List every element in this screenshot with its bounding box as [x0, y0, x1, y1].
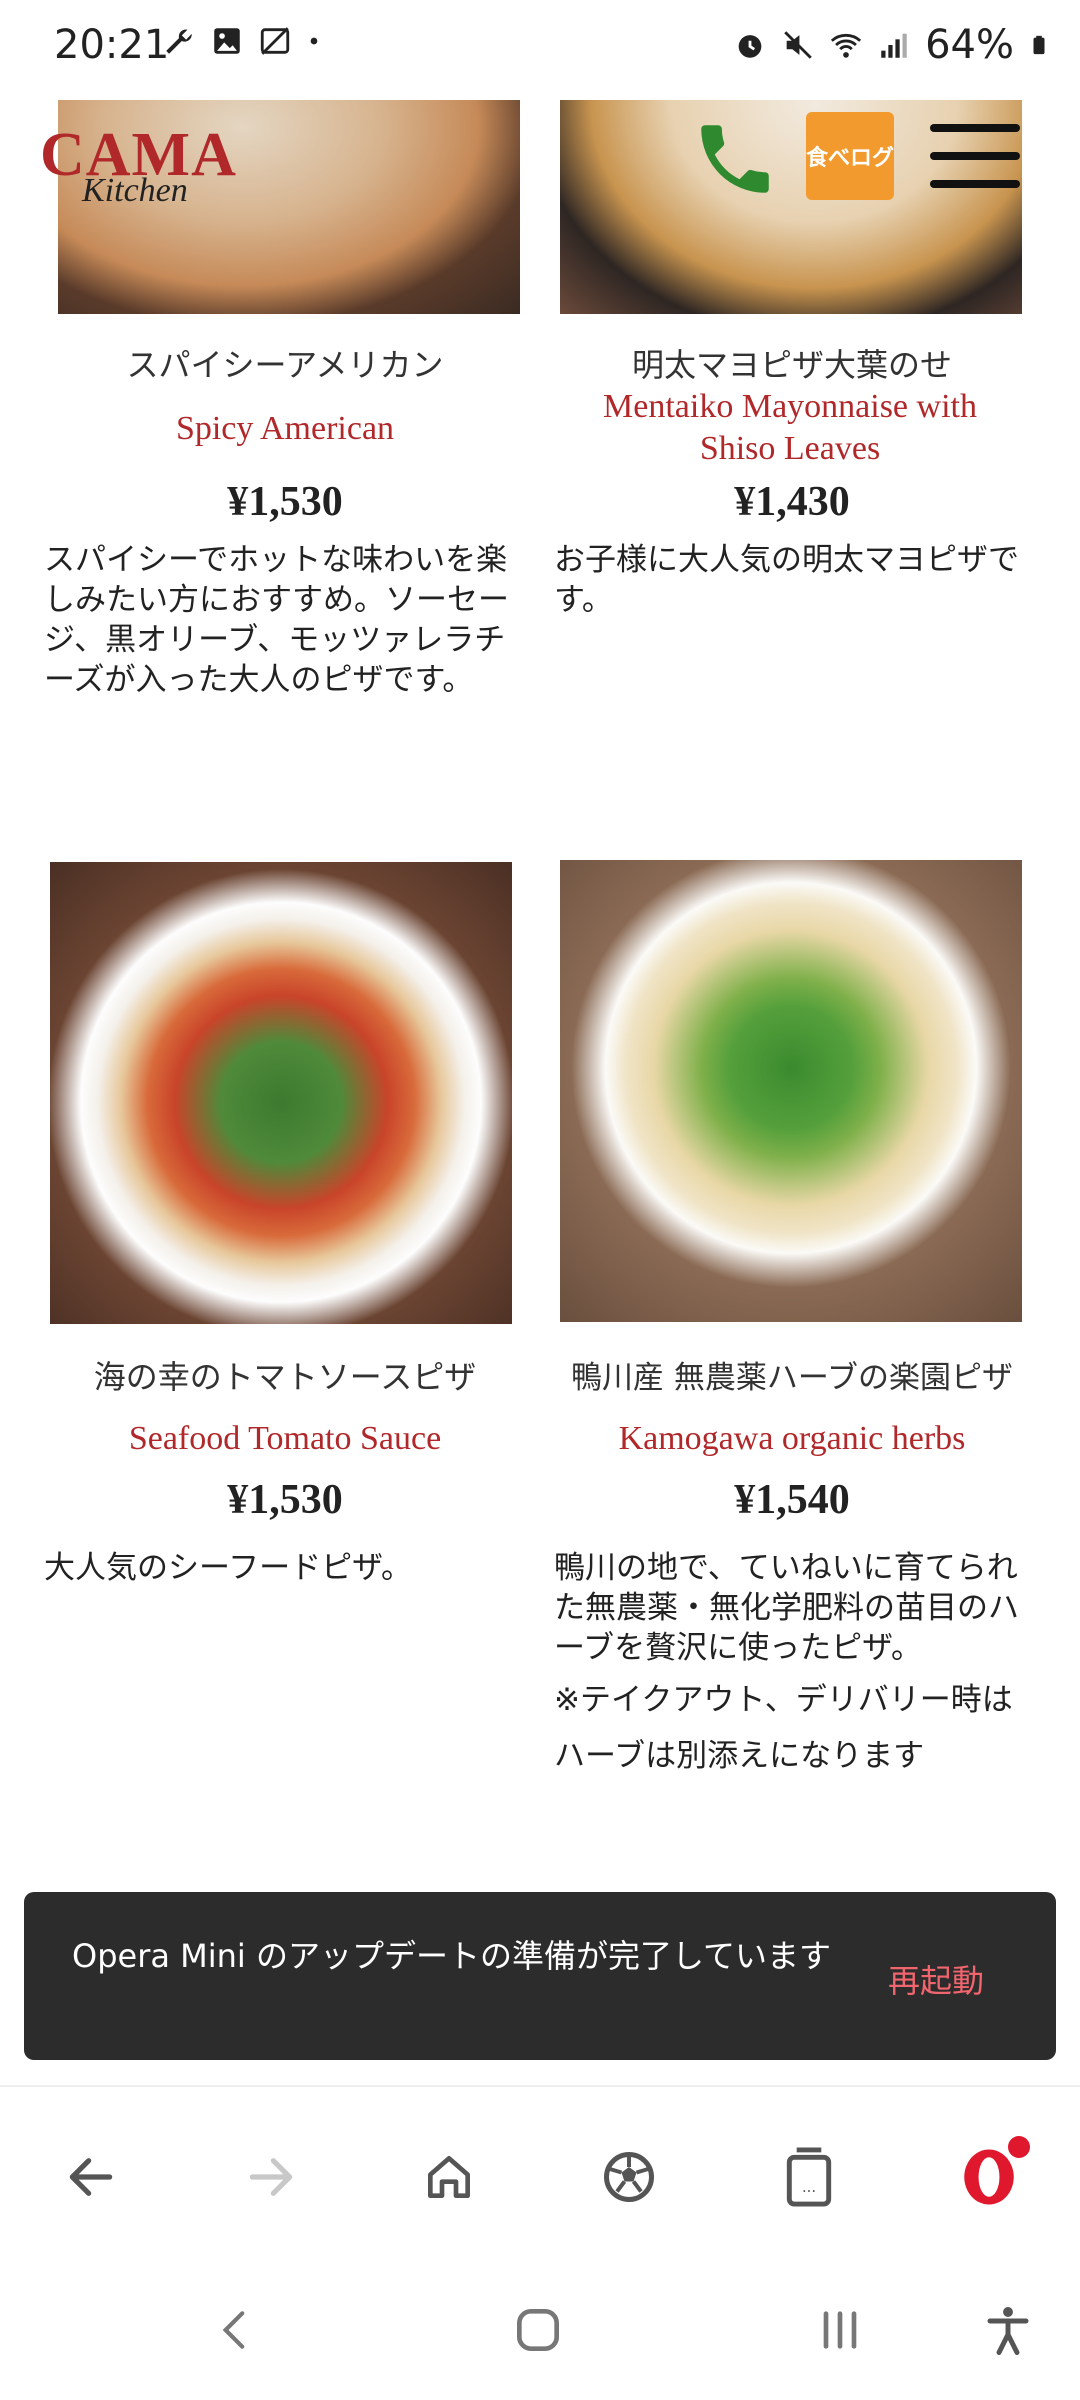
- cama-kitchen-logo[interactable]: CAMA Kitchen: [40, 120, 236, 210]
- restart-button[interactable]: 再起動: [888, 1956, 984, 2002]
- product-description: お子様に大人気の明太マヨピザです。: [554, 542, 1019, 618]
- browser-toolbar: ...: [0, 2085, 1080, 2262]
- hamburger-menu-button[interactable]: [930, 124, 1020, 198]
- system-recents-button[interactable]: [810, 2300, 870, 2360]
- site-header: CAMA Kitchen 食べログ: [0, 100, 1080, 230]
- phone-button[interactable]: [690, 114, 780, 204]
- home-button[interactable]: [414, 2142, 484, 2212]
- product-price: ¥1,530: [227, 479, 343, 525]
- product-jp-name: 鴨川産 無農薬ハーブの楽園ピザ: [571, 1360, 1013, 1396]
- system-back-icon: [222, 2311, 245, 2349]
- alarm-icon: [738, 35, 762, 58]
- forward-arrow-icon: [249, 2158, 293, 2196]
- product-en-name: Mentaiko Mayonnaise with Shiso Leaves: [603, 388, 977, 467]
- dot-icon: [310, 37, 318, 45]
- image-icon: [214, 28, 240, 54]
- product-en-name: Spicy American: [175, 410, 395, 447]
- forward-button[interactable]: [236, 2142, 306, 2212]
- status-bar: 20:21 64%: [0, 0, 1080, 100]
- battery-icon: [1033, 35, 1045, 55]
- herb-pizza-photo: [560, 860, 1022, 1322]
- opera-menu-button[interactable]: [954, 2136, 1030, 2212]
- accessibility-icon: [987, 2307, 1029, 2355]
- tabelog-button[interactable]: 食べログ: [806, 112, 894, 200]
- home-icon: [428, 2156, 470, 2198]
- tabelog-label: 食べログ: [806, 146, 895, 171]
- product-price: ¥1,540: [734, 1477, 850, 1523]
- system-recents-icon: [823, 2311, 857, 2349]
- phone-icon: [701, 125, 769, 193]
- product-jp-name: スパイシーアメリカン: [126, 346, 444, 384]
- toast-message: Opera Mini のアップデートの準備が完了しています: [72, 1937, 832, 1975]
- product-price: ¥1,530: [227, 1477, 343, 1523]
- notification-dot: [1008, 2136, 1030, 2158]
- signal-icon: [881, 33, 907, 58]
- tabs-icon: ...: [786, 2147, 832, 2207]
- status-right-icons: 64%: [733, 22, 1050, 68]
- system-home-icon: [517, 2309, 559, 2351]
- logo-sub-text: Kitchen: [82, 172, 188, 209]
- wifi-icon: [830, 33, 862, 58]
- update-toast: Opera Mini のアップデートの準備が完了しています 再起動: [24, 1892, 1056, 2060]
- seafood-pizza-photo: [50, 862, 512, 1324]
- status-time: 20:21: [54, 22, 170, 68]
- tabs-button[interactable]: ...: [774, 2142, 844, 2212]
- product-jp-name: 明太マヨピザ大葉のせ: [631, 346, 952, 384]
- menu-line-icon: [930, 152, 1020, 160]
- system-home-button[interactable]: [508, 2300, 568, 2360]
- system-navigation-bar: [0, 2260, 1080, 2400]
- sports-button[interactable]: [594, 2142, 664, 2212]
- no-photo-icon: [260, 27, 290, 55]
- product-en-name: Seafood Tomato Sauce: [128, 1420, 442, 1457]
- product-description: 大人気のシーフードピザ。: [44, 1550, 412, 1586]
- product-note: ※テイクアウト、デリバリー時はハーブは別添えになります: [554, 1682, 1013, 1774]
- back-button[interactable]: [56, 2142, 126, 2212]
- back-arrow-icon: [69, 2158, 113, 2196]
- system-back-button[interactable]: [206, 2300, 266, 2360]
- product-description: スパイシーでホットな味わいを楽しみたい方におすすめ。ソーセージ、黒オリーブ、モッ…: [44, 542, 509, 698]
- battery-percent: 64%: [925, 22, 1014, 68]
- status-left-icons: [162, 24, 322, 58]
- soccer-ball-icon: [604, 2152, 654, 2202]
- menu-line-icon: [930, 180, 1020, 188]
- product-en-name: Kamogawa organic herbs: [618, 1420, 966, 1457]
- wrench-icon: [166, 29, 192, 54]
- product-jp-name: 海の幸のトマトソースピザ: [93, 1358, 477, 1396]
- menu-line-icon: [930, 124, 1020, 132]
- accessibility-button[interactable]: [978, 2300, 1038, 2360]
- product-price: ¥1,430: [734, 479, 850, 525]
- mute-icon: [784, 31, 812, 59]
- svg-text:...: ...: [802, 2179, 816, 2196]
- product-description: 鴨川の地で、ていねいに育てられた無農薬・無化学肥料の苗目のハーブを贅沢に使ったピ…: [554, 1550, 1019, 1666]
